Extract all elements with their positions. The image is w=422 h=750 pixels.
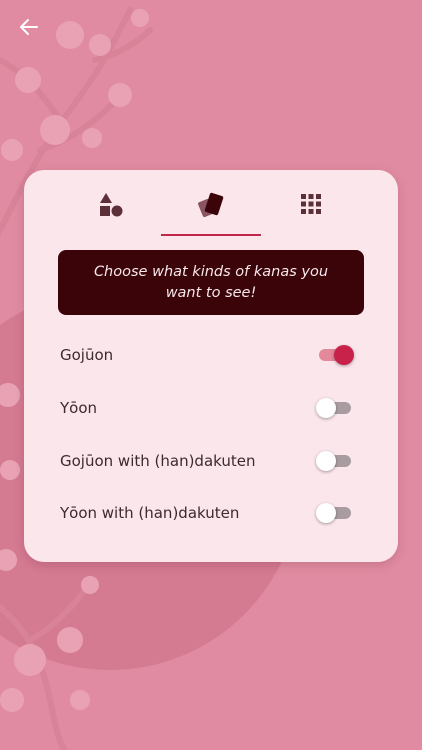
option-row-gojuon-dakuten: Gojūon with (han)dakuten xyxy=(24,435,398,487)
kana-settings-card: Choose what kinds of kanas you want to s… xyxy=(24,170,398,562)
tab-bar xyxy=(24,170,398,236)
cards-icon xyxy=(197,192,225,236)
option-label: Gojūon with (han)dakuten xyxy=(60,452,256,470)
back-button[interactable] xyxy=(14,14,44,44)
tab-grid[interactable] xyxy=(261,192,361,236)
shapes-icon xyxy=(98,192,124,236)
grid-icon xyxy=(299,192,323,236)
info-banner: Choose what kinds of kanas you want to s… xyxy=(58,250,364,315)
option-label: Gojūon xyxy=(60,346,114,364)
toggle-thumb xyxy=(316,503,336,523)
option-label: Yōon xyxy=(60,399,98,417)
selected-tab-indicator xyxy=(161,234,261,236)
option-row-yoon: Yōon xyxy=(24,382,398,434)
option-label: Yōon with (han)dakuten xyxy=(60,504,240,522)
toggle-switch-yoon[interactable] xyxy=(316,397,356,419)
toggle-switch-yoon-dakuten[interactable] xyxy=(316,502,356,524)
option-row-gojuon: Gojūon xyxy=(24,329,398,381)
toggle-switch-gojuon[interactable] xyxy=(316,344,356,366)
option-row-yoon-dakuten: Yōon with (han)dakuten xyxy=(24,487,398,539)
arrow-left-icon xyxy=(19,17,39,41)
toggle-thumb xyxy=(316,398,336,418)
tab-shapes[interactable] xyxy=(61,192,161,236)
toggle-thumb xyxy=(334,345,354,365)
tab-kana-types[interactable] xyxy=(161,192,261,236)
toggle-switch-gojuon-dakuten[interactable] xyxy=(316,450,356,472)
info-banner-text: Choose what kinds of kanas you want to s… xyxy=(93,263,329,301)
toggle-thumb xyxy=(316,451,336,471)
